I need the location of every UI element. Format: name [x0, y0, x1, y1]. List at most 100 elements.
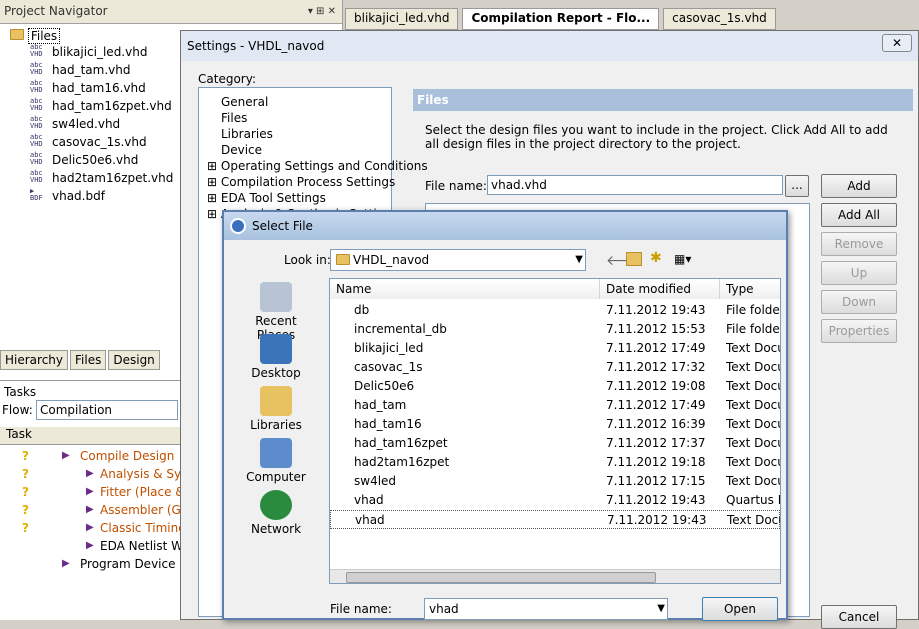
tab-casovac[interactable]: casovac_1s.vhd [663, 8, 776, 30]
run-icon[interactable]: ▶ [86, 519, 94, 537]
file-row-name: blikajici_led [354, 341, 424, 355]
down-button[interactable]: Down [821, 290, 897, 314]
place-computer[interactable]: Computer [236, 438, 316, 484]
task-item[interactable]: ▶ Program Device (Ope [0, 555, 180, 573]
add-all-button[interactable]: Add All [821, 203, 897, 227]
project-file-label: had_tam16zpet.vhd [52, 99, 172, 113]
file-row[interactable]: Delic50e6 7.11.2012 19:08 Text Docu [330, 377, 780, 396]
task-item[interactable]: ▶ EDA Netlist Write [0, 537, 180, 555]
project-file-item[interactable]: abc VHD Delic50e6.vhd [30, 151, 138, 169]
category-item[interactable]: ⊞ EDA Tool Settings [207, 190, 326, 206]
up-button[interactable]: Up [821, 261, 897, 285]
task-label: Fitter (Place & R [100, 485, 180, 499]
browse-button[interactable]: ... [785, 175, 809, 197]
place-libraries[interactable]: Libraries [236, 386, 316, 432]
tab-design[interactable]: Design [108, 350, 160, 370]
file-row[interactable]: casovac_1s 7.11.2012 17:32 Text Docu [330, 358, 780, 377]
task-item[interactable]: ? ▶ Assembler (Gene [0, 501, 180, 519]
file-row-type: Text Docu [726, 341, 781, 355]
close-icon[interactable]: ✕ [882, 34, 912, 52]
scrollbar-thumb[interactable] [346, 572, 656, 583]
task-item[interactable]: ? ▶ Classic Timing A [0, 519, 180, 537]
view-menu-icon[interactable]: ▦▾ [674, 252, 691, 266]
open-button[interactable]: Open [702, 597, 778, 621]
file-row[interactable]: had_tam16zpet 7.11.2012 17:37 Text Docu [330, 434, 780, 453]
remove-button[interactable]: Remove [821, 232, 897, 256]
task-item[interactable]: ? ▶ Fitter (Place & R [0, 483, 180, 501]
flow-select[interactable]: Compilation [36, 400, 178, 420]
horizontal-scrollbar[interactable] [330, 569, 780, 583]
file-row[interactable]: db 7.11.2012 19:43 File folder [330, 301, 780, 320]
file-row[interactable]: had2tam16zpet 7.11.2012 19:18 Text Docu [330, 453, 780, 472]
file-row[interactable]: vhad 7.11.2012 19:43 Quartus II [330, 491, 780, 510]
file-row-date: 7.11.2012 19:08 [606, 379, 706, 393]
tab-files[interactable]: Files [70, 350, 107, 370]
file-name-input[interactable] [487, 175, 783, 195]
expand-icon[interactable]: ⊞ [207, 207, 221, 221]
chevron-down-icon: ▼ [657, 603, 665, 614]
project-file-label: sw4led.vhd [52, 117, 121, 131]
column-name[interactable]: Name [330, 279, 600, 299]
place-network[interactable]: Network [236, 490, 316, 536]
file-row-name: vhad [355, 513, 385, 527]
category-label: Libraries [221, 127, 273, 141]
place-recent[interactable]: Recent Places [236, 282, 316, 342]
run-icon[interactable]: ▶ [62, 447, 70, 465]
add-button[interactable]: Add [821, 174, 897, 198]
desktop-icon [260, 334, 292, 364]
file-row-type: Text Docu [726, 455, 781, 469]
project-file-label: had_tam.vhd [52, 63, 131, 77]
run-icon[interactable]: ▶ [86, 537, 94, 555]
expand-icon[interactable]: ⊞ [207, 175, 221, 189]
expand-icon[interactable]: ⊞ [207, 159, 221, 173]
column-type[interactable]: Type [720, 279, 780, 299]
project-file-item[interactable]: ▶ BDF vhad.bdf [30, 187, 105, 205]
category-item[interactable]: ⊞ Compilation Process Settings [207, 174, 395, 190]
file-row[interactable]: sw4led 7.11.2012 17:15 Text Docu [330, 472, 780, 491]
file-row[interactable]: blikajici_led 7.11.2012 17:49 Text Docu [330, 339, 780, 358]
file-row-date: 7.11.2012 17:32 [606, 360, 706, 374]
task-item[interactable]: ? ▶ Compile Design [0, 447, 180, 465]
column-date[interactable]: Date modified [600, 279, 720, 299]
run-icon[interactable]: ▶ [86, 501, 94, 519]
file-row-name: had_tam16zpet [354, 436, 448, 450]
file-name-combo[interactable]: vhad ▼ [424, 598, 668, 620]
category-item[interactable]: General [221, 94, 268, 110]
place-desktop[interactable]: Desktop [236, 334, 316, 380]
run-icon[interactable]: ▶ [86, 465, 94, 483]
file-list-view: Name Date modified Type db 7.11.2012 19:4… [329, 278, 781, 584]
project-file-item[interactable]: abc VHD had2tam16zpet.vhd [30, 169, 173, 187]
category-item[interactable]: Libraries [221, 126, 273, 142]
file-row-type: Text Docu [726, 379, 781, 393]
project-file-item[interactable]: abc VHD had_tam.vhd [30, 61, 131, 79]
tab-compilation-report[interactable]: Compilation Report - Flo... [462, 8, 660, 30]
file-row[interactable]: had_tam16 7.11.2012 16:39 Text Docu [330, 415, 780, 434]
file-row[interactable]: vhad 7.11.2012 19:43 Text Docu [330, 510, 780, 529]
category-item[interactable]: Files [221, 110, 247, 126]
project-file-item[interactable]: abc VHD had_tam16.vhd [30, 79, 146, 97]
project-file-item[interactable]: abc VHD had_tam16zpet.vhd [30, 97, 172, 115]
up-folder-icon[interactable] [626, 252, 642, 266]
project-file-item[interactable]: abc VHD blikajici_led.vhd [30, 43, 147, 61]
look-in-label: Look in: [284, 253, 331, 267]
file-row[interactable]: incremental_db 7.11.2012 15:53 File folder [330, 320, 780, 339]
project-file-item[interactable]: abc VHD sw4led.vhd [30, 115, 121, 133]
run-icon[interactable]: ▶ [86, 483, 94, 501]
cancel-button[interactable]: Cancel [821, 605, 897, 629]
run-icon[interactable]: ▶ [62, 555, 70, 573]
task-label: Assembler (Gene [100, 503, 180, 517]
project-file-item[interactable]: abc VHD casovac_1s.vhd [30, 133, 147, 151]
tab-hierarchy[interactable]: Hierarchy [0, 350, 69, 370]
new-folder-icon[interactable]: ✱ [650, 250, 662, 266]
look-in-select[interactable]: VHDL_navod ▼ [330, 249, 586, 271]
category-item[interactable]: Device [221, 142, 262, 158]
tab-blikajici-led[interactable]: blikajici_led.vhd [345, 8, 459, 30]
file-row[interactable]: had_tam 7.11.2012 17:49 Text Docu [330, 396, 780, 415]
category-item[interactable]: ⊞ Operating Settings and Conditions [207, 158, 428, 174]
task-column-header: Task [0, 427, 180, 445]
task-item[interactable]: ? ▶ Analysis & Synth [0, 465, 180, 483]
properties-button[interactable]: Properties [821, 319, 897, 343]
expand-icon[interactable]: ⊞ [207, 191, 221, 205]
panel-controls[interactable]: ▾ ⊞ ✕ [308, 6, 336, 17]
task-label: Classic Timing A [100, 521, 180, 535]
